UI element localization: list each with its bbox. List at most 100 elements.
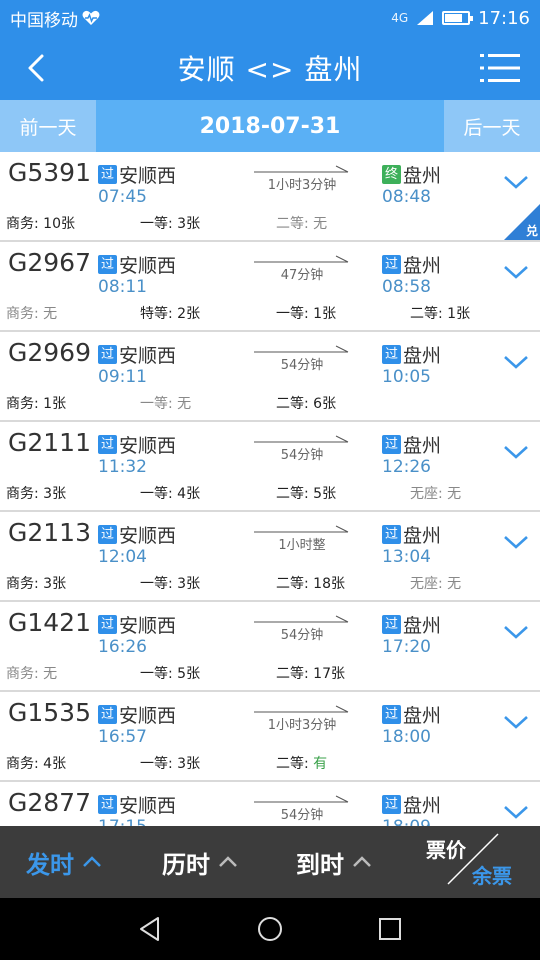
seat-availability: 无座: 无 [410,573,461,593]
seat-availability: 二等: 6张 [276,393,336,413]
departure-time: 12:04 [98,547,147,567]
chevron-down-icon [504,266,528,279]
station-type-badge: 过 [98,345,117,364]
station-type-badge: 过 [382,345,401,364]
train-row[interactable]: G1421 过安顺西 16:26 54分钟过盘州 17:20 商务: 无一等: 5张 二等:… [0,602,540,692]
arrival-station: 过盘州 [382,251,441,278]
trip-duration: 54分钟 [254,614,350,643]
duration-label: 54分钟 [280,628,324,643]
train-number: G2967 [8,248,91,277]
seat-availability: 商务: 3张 [6,483,66,503]
train-number: G5391 [8,158,91,187]
train-row[interactable]: G2877过安顺西17:1554分钟过盘州18:09 [0,782,540,826]
chevron-down-icon [504,446,528,459]
departure-time: 16:57 [98,727,147,747]
date-bar: 前一天 2018-07-31 后一天 [0,100,540,152]
expand-row-button[interactable] [500,530,532,554]
prev-day-button[interactable]: 前一天 [0,100,96,152]
arrival-time: 08:48 [382,187,431,207]
trip-duration: 54分钟 [254,434,350,463]
expand-row-button[interactable] [500,800,532,824]
seat-text: 二等: 17张 [276,666,345,682]
back-button[interactable] [16,48,56,88]
arrival-time: 18:00 [382,727,431,747]
arrow-right-icon [254,165,349,173]
arrival-station-name: 盘州 [403,795,442,817]
menu-list-icon [480,54,520,82]
seat-text: 一等: 3张 [140,756,201,772]
seat-availability: 二等: 18张 [276,573,345,593]
arrival-time: 13:04 [382,547,431,567]
chevron-up-icon [83,856,101,867]
seat-text: 二等: 6张 [276,396,337,412]
station-type-badge: 过 [98,255,117,274]
departure-station-name: 安顺西 [119,615,177,637]
train-row[interactable]: G1535 过安顺西 16:57 1小时3分钟过盘州 18:00 商务: 4张 一等: 3张… [0,692,540,782]
seat-available-text: 有 [313,756,328,772]
chevron-up-icon [219,856,237,867]
heart-pulse-icon [82,10,100,25]
price-remaining-toggle[interactable]: 票价 余票 [424,826,534,898]
seat-text: 商务: 3张 [6,486,67,502]
expand-row-button[interactable] [500,440,532,464]
expand-row-button[interactable] [500,620,532,644]
sort-depart-button[interactable]: 发时 [26,826,102,898]
station-type-badge: 过 [98,435,117,454]
seat-availability: 特等: 2张 [140,303,200,323]
seat-text: 特等: 2张 [140,306,201,322]
arrival-time: 12:26 [382,457,431,477]
seat-text: 二等: 无 [276,216,328,232]
train-row[interactable]: G5391 过安顺西 07:45 1小时3分钟 终盘州 08:48 商务: 10张 一等: 3… [0,152,540,242]
station-type-badge: 终 [382,165,401,184]
arrival-station-name: 盘州 [403,615,442,637]
expand-row-button[interactable] [500,710,532,734]
trip-duration: 47分钟 [254,254,350,283]
train-number: G1535 [8,698,91,727]
seat-availability: 商务: 无 [6,303,57,323]
arrival-station-name: 盘州 [403,705,442,727]
train-row[interactable]: G2967 过安顺西 08:11 47分钟过盘州 08:58 商务: 无特等: 2张 一等:… [0,242,540,332]
arrival-time: 18:09 [382,817,431,826]
seat-text: 商务: 3张 [6,576,67,592]
seat-text: 商务: 1张 [6,396,67,412]
sort-duration-button[interactable]: 历时 [162,826,238,898]
chevron-down-icon [504,716,528,729]
departure-time: 08:11 [98,277,147,297]
network-type-label: 4G [391,11,409,25]
train-row[interactable]: G2111 过安顺西 11:32 54分钟过盘州 12:26 商务: 3张 一等: 4张 二等… [0,422,540,512]
chevron-down-icon [504,806,528,819]
arrival-station: 过盘州 [382,701,441,728]
station-type-badge: 过 [382,525,401,544]
arrival-station: 过盘州 [382,341,441,368]
expand-row-button[interactable] [500,260,532,284]
arrival-station-name: 盘州 [403,165,442,187]
seat-text: 二等: 5张 [276,486,337,502]
arrival-station-name: 盘州 [403,255,442,277]
seat-availability: 商务: 3张 [6,573,66,593]
nav-recent-button[interactable] [370,909,410,949]
selected-date[interactable]: 2018-07-31 [96,114,444,139]
station-type-badge: 过 [382,615,401,634]
departure-station: 过安顺西 [98,611,176,638]
seat-availability: 一等: 3张 [140,753,200,773]
expand-row-button[interactable] [500,350,532,374]
departure-station-name: 安顺西 [119,435,177,457]
next-day-button[interactable]: 后一天 [444,100,540,152]
train-list[interactable]: G5391 过安顺西 07:45 1小时3分钟终盘州 08:48 商务: 10张 一等: 3… [0,152,540,826]
nav-home-button[interactable] [250,909,290,949]
departure-time: 09:11 [98,367,147,387]
seat-availability: 二等: 有 [276,753,327,773]
nav-back-button[interactable] [130,909,170,949]
exchange-tag-label: 兑 [525,224,538,238]
chevron-down-icon [504,536,528,549]
arrival-station: 过盘州 [382,521,441,548]
sort-depart-label: 发时 [26,850,74,879]
departure-station: 过安顺西 [98,701,176,728]
train-row[interactable]: G2969 过安顺西 09:11 54分钟过盘州 10:05 商务: 1张 一等: 无二等:… [0,332,540,422]
sort-arrive-button[interactable]: 到时 [296,826,372,898]
departure-station: 过安顺西 [98,431,176,458]
train-row[interactable]: G2113 过安顺西 12:04 1小时整过盘州 13:04 商务: 3张 一等: 3张 二等… [0,512,540,602]
menu-button[interactable] [476,48,524,88]
expand-row-button[interactable] [500,170,532,194]
duration-label: 1小时3分钟 [267,718,337,733]
